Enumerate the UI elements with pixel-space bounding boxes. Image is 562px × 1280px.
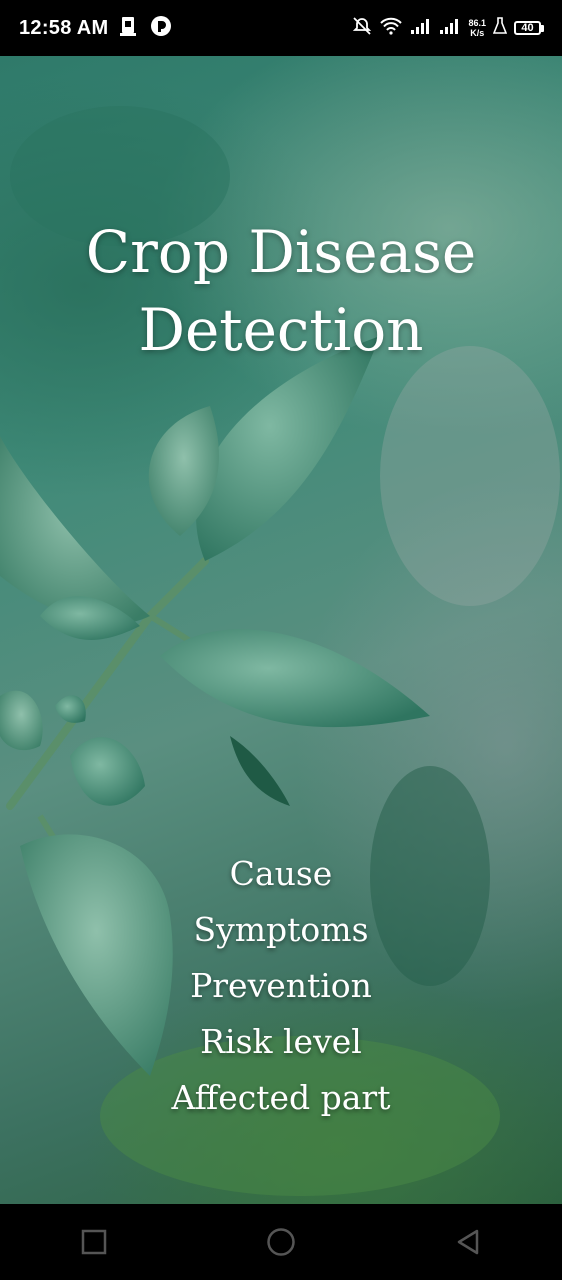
hero-background: Crop Disease Detection Cause Symptoms Pr… xyxy=(0,56,562,1204)
flask-icon xyxy=(492,16,508,40)
battery-level: 40 xyxy=(514,21,541,35)
feature-item-cause: Cause xyxy=(229,854,333,893)
recents-button[interactable] xyxy=(74,1222,114,1262)
triangle-back-icon xyxy=(458,1229,479,1255)
feature-item-prevention: Prevention xyxy=(190,966,372,1005)
app-title: Crop Disease Detection xyxy=(85,217,477,364)
signal-strength-icon xyxy=(410,17,432,40)
feature-item-symptoms: Symptoms xyxy=(193,910,369,949)
feature-item-affected-part: Affected part xyxy=(171,1078,391,1117)
feature-item-risk-level: Risk level xyxy=(200,1022,362,1061)
signal-strength-icon-2 xyxy=(439,17,461,40)
home-button[interactable] xyxy=(261,1222,301,1262)
network-speed: 86.1 K/s xyxy=(468,18,486,38)
sim-card-icon xyxy=(118,15,140,42)
status-bar: 12:58 AM 86.1 K/s 40 xyxy=(0,0,562,56)
mute-bell-icon xyxy=(352,16,372,41)
circle-icon xyxy=(267,1228,295,1256)
app-notification-icon xyxy=(150,15,172,42)
network-speed-unit: K/s xyxy=(470,28,485,38)
wifi-icon xyxy=(379,16,403,41)
battery-icon: 40 xyxy=(514,21,544,35)
status-time: 12:58 AM xyxy=(19,16,109,39)
network-speed-value: 86.1 xyxy=(468,18,486,28)
navigation-bar xyxy=(0,1204,562,1280)
square-icon xyxy=(81,1229,106,1255)
back-button[interactable] xyxy=(448,1222,488,1262)
feature-list: Cause Symptoms Prevention Risk level Aff… xyxy=(0,846,562,1126)
